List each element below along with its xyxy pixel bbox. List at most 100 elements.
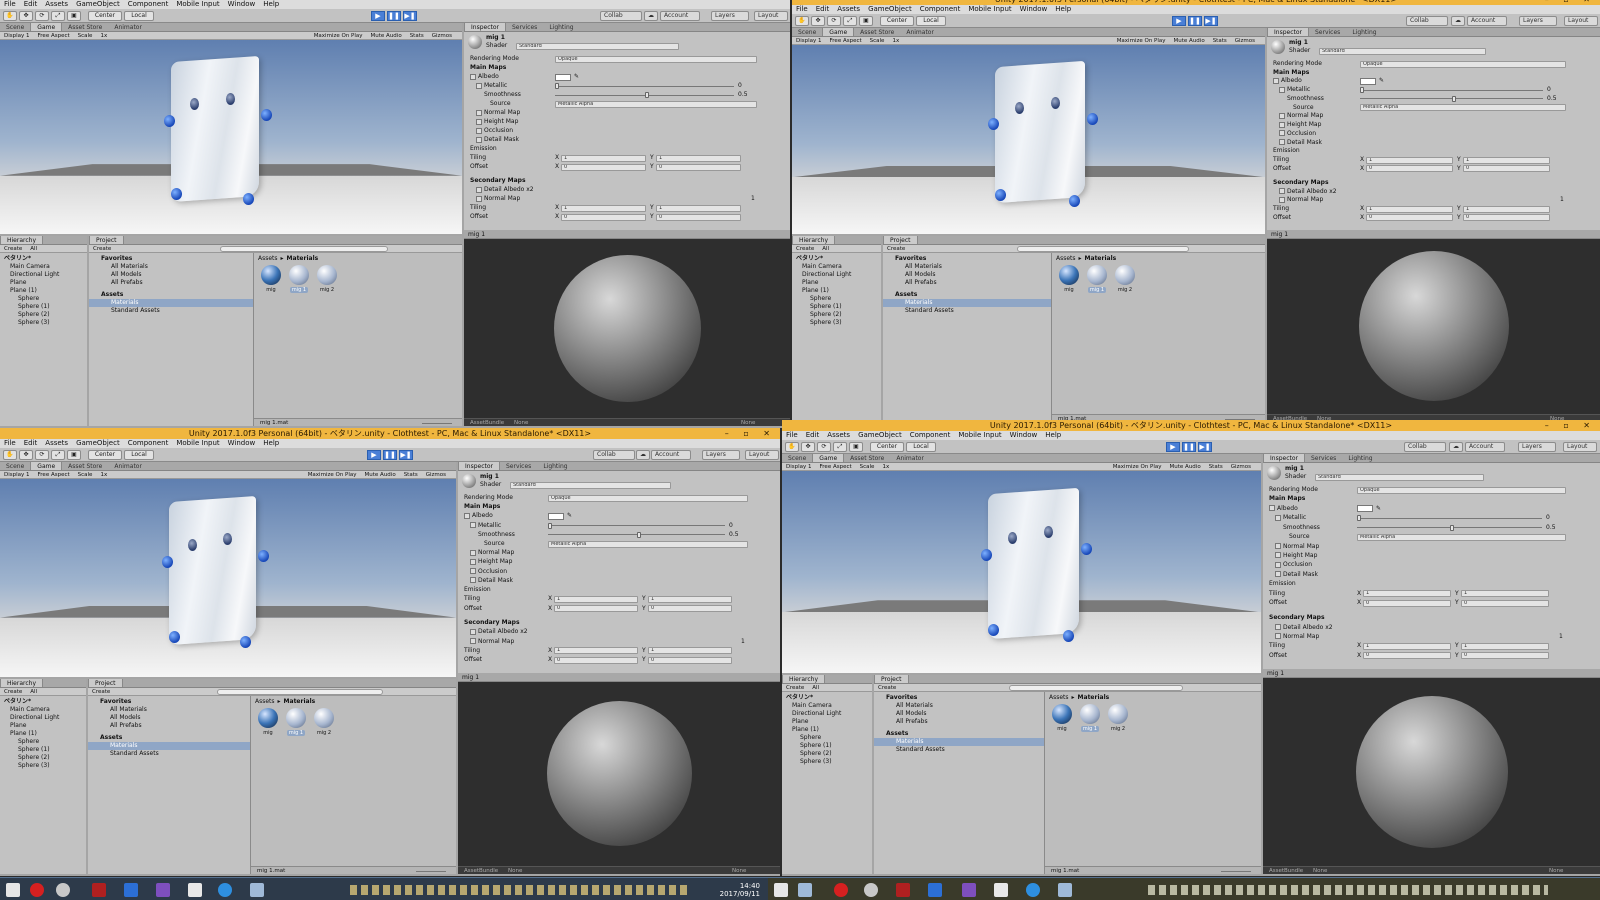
project-create-dropdown[interactable]: Create (88, 688, 114, 695)
metallic-slider-handle[interactable] (1357, 515, 1361, 522)
hierarchy-item[interactable]: Sphere (810, 295, 831, 303)
favorites-header[interactable]: Favorites (886, 694, 917, 702)
gamepad-app-icon[interactable] (896, 883, 910, 897)
scale-label[interactable]: Scale (866, 37, 889, 44)
offset-secondary-y-field[interactable]: 0 (1461, 652, 1549, 660)
account-dropdown[interactable]: Account (651, 450, 691, 460)
disc-app-icon[interactable] (56, 883, 70, 897)
menu-item[interactable]: Component (124, 439, 173, 448)
breadcrumb-root[interactable]: Assets (1049, 694, 1069, 701)
smoothness-value[interactable]: 0.5 (1546, 524, 1556, 532)
rect-tool-icon[interactable]: ▣ (67, 11, 81, 21)
hierarchy-search-input[interactable]: All (26, 245, 41, 252)
texture-slot[interactable] (470, 549, 476, 556)
metallic-slider[interactable] (555, 85, 734, 87)
maximize-on-play-toggle[interactable]: Maximize On Play (1109, 463, 1166, 470)
hierarchy-item[interactable]: Sphere (3) (18, 319, 50, 327)
stats-toggle[interactable]: Stats (1209, 37, 1231, 44)
texture-slot[interactable] (470, 577, 476, 584)
scale-tool-icon[interactable]: ⤢ (843, 16, 857, 26)
metallic-slider-handle[interactable] (555, 83, 559, 89)
favorites-item[interactable]: All Materials (111, 263, 148, 271)
project-create-dropdown[interactable]: Create (883, 245, 909, 252)
app-window-icon[interactable] (798, 883, 812, 897)
assets-folder-standard[interactable]: Standard Assets (110, 750, 159, 758)
hierarchy-search-input[interactable]: All (808, 684, 823, 691)
maximize-on-play-toggle[interactable]: Maximize On Play (304, 471, 361, 478)
tiling-secondary-x-field[interactable]: 1 (1363, 642, 1451, 650)
tab-services[interactable]: Services (1305, 454, 1342, 462)
tab-services[interactable]: Services (1309, 28, 1346, 36)
hierarchy-item[interactable]: Sphere (3) (18, 762, 50, 770)
hierarchy-create-dropdown[interactable]: Create (782, 684, 808, 691)
maximize-on-play-toggle[interactable]: Maximize On Play (310, 32, 367, 39)
texture-slot[interactable] (1273, 77, 1279, 84)
tab-animator[interactable]: Animator (900, 28, 940, 36)
texture-slot[interactable] (1275, 552, 1281, 559)
shader-dropdown[interactable]: Standard (1319, 47, 1486, 55)
thumbnail-size-slider[interactable] (1221, 871, 1251, 872)
texture-slot[interactable] (1279, 196, 1285, 203)
hierarchy-item[interactable]: Directional Light (10, 271, 59, 279)
hierarchy-scene-root[interactable]: ベタリン* (4, 698, 31, 706)
assets-folder-materials[interactable]: Materials (883, 299, 1051, 307)
layers-dropdown[interactable]: Layers (1518, 442, 1556, 452)
texture-slot[interactable] (1279, 139, 1285, 146)
windows-start-icon[interactable] (774, 883, 788, 897)
tiling-secondary-y-field[interactable]: 1 (1461, 642, 1549, 650)
gamepad-app-icon[interactable] (92, 883, 106, 897)
favorites-item[interactable]: All Materials (905, 263, 942, 271)
breadcrumb-leaf[interactable]: Materials (284, 698, 316, 705)
breadcrumb-root[interactable]: Assets (258, 255, 278, 262)
step-button[interactable]: ▶❚ (1204, 16, 1218, 26)
tab-scene[interactable]: Scene (0, 462, 30, 470)
assets-header[interactable]: Assets (100, 734, 122, 742)
favorites-item[interactable]: All Prefabs (111, 279, 143, 287)
menu-item[interactable]: Help (259, 0, 283, 9)
window-controls[interactable]: – ▫ ✕ (725, 428, 776, 439)
menu-item[interactable]: GameObject (854, 431, 906, 440)
texture-slot[interactable] (1279, 130, 1285, 137)
material-thumbnail[interactable]: mig (1058, 265, 1080, 293)
tiling-y-field[interactable]: 1 (648, 595, 732, 603)
rotate-tool-icon[interactable]: ⟳ (35, 11, 49, 21)
asset-bundle-dropdown[interactable]: None (1313, 867, 1327, 874)
menu-item[interactable]: Component (124, 0, 173, 9)
tab-scene[interactable]: Scene (792, 28, 822, 36)
normal-map-secondary-value[interactable]: 1 (751, 195, 755, 203)
favorites-item[interactable]: All Prefabs (896, 718, 928, 726)
texture-slot[interactable] (1275, 624, 1281, 631)
app-window-icon[interactable] (250, 883, 264, 897)
menu-item[interactable]: Help (1041, 431, 1065, 440)
favorites-item[interactable]: All Materials (896, 702, 933, 710)
breadcrumb-separator[interactable]: ▸ (278, 698, 281, 705)
material-thumbnail[interactable]: mig (257, 708, 279, 736)
assets-folder-materials[interactable]: Materials (874, 738, 1044, 746)
material-thumbnail[interactable]: mig (1051, 704, 1073, 732)
offset-x-field[interactable]: 0 (554, 605, 638, 613)
scale-value[interactable]: 1x (96, 32, 111, 39)
texture-slot[interactable] (476, 82, 482, 89)
breadcrumb-root[interactable]: Assets (1056, 255, 1076, 262)
display-dropdown[interactable]: Display 1 (792, 37, 826, 44)
hierarchy-scene-root[interactable]: ベタリン* (796, 255, 823, 263)
tab-inspector[interactable]: Inspector (1263, 454, 1305, 462)
tab-inspector[interactable]: Inspector (458, 462, 500, 470)
metallic-value[interactable]: 0 (1546, 514, 1550, 522)
tiling-y-field[interactable]: 1 (1463, 156, 1550, 164)
mute-audio-toggle[interactable]: Mute Audio (1166, 463, 1205, 470)
smoothness-value[interactable]: 0.5 (738, 91, 748, 99)
layers-dropdown[interactable]: Layers (1519, 16, 1557, 26)
texture-slot[interactable] (470, 558, 476, 565)
stats-toggle[interactable]: Stats (400, 471, 422, 478)
texture-slot[interactable] (1279, 121, 1285, 128)
scale-tool-icon[interactable]: ⤢ (51, 450, 65, 460)
tiling-secondary-x-field[interactable]: 1 (554, 647, 638, 655)
layout-dropdown[interactable]: Layout (754, 11, 788, 21)
assets-header[interactable]: Assets (101, 291, 123, 299)
play-button[interactable]: ▶ (1166, 442, 1180, 452)
texture-slot[interactable] (470, 73, 476, 80)
metallic-slider[interactable] (1360, 89, 1543, 91)
albedo-color-swatch[interactable] (548, 512, 564, 520)
breadcrumb-leaf[interactable]: Materials (1085, 255, 1117, 262)
